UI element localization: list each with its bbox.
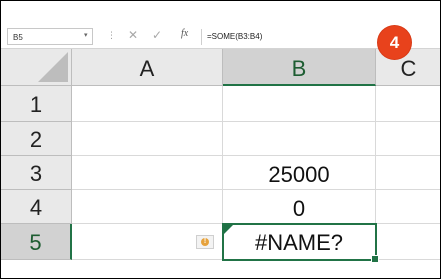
cell-a1[interactable]	[72, 86, 223, 122]
close-icon[interactable]: ✕	[128, 28, 138, 42]
cell-b1[interactable]	[223, 86, 376, 122]
active-cell-border	[222, 223, 379, 263]
select-all-triangle-icon	[38, 52, 68, 82]
cell-c3[interactable]	[376, 156, 440, 190]
name-box[interactable]: B5	[7, 28, 93, 45]
cell-c2[interactable]	[376, 122, 440, 156]
select-all-button[interactable]	[1, 49, 72, 86]
cell-b2[interactable]	[223, 122, 376, 156]
formula-bar-divider	[201, 29, 202, 45]
column-header-a[interactable]: A	[72, 49, 223, 86]
cell-a4[interactable]	[72, 190, 223, 224]
row-header-4[interactable]: 4	[1, 190, 72, 224]
cell-c4[interactable]	[376, 190, 440, 224]
formula-bar-splitter-icon[interactable]: ⋮	[107, 30, 116, 41]
formula-bar: B5 ▾ ⋮ ✕ ✓ fx =SOME(B3:B4)	[1, 1, 440, 49]
error-indicator-icon	[224, 225, 233, 234]
step-number-badge: 4	[378, 26, 411, 59]
row-header-3[interactable]: 3	[1, 156, 72, 190]
warning-icon: !	[201, 238, 209, 246]
cell-b4[interactable]: 0	[223, 190, 376, 224]
row-header-2[interactable]: 2	[1, 122, 72, 156]
cell-a3[interactable]	[72, 156, 223, 190]
cell-a2[interactable]	[72, 122, 223, 156]
spreadsheet-window: B5 ▾ ⋮ ✕ ✓ fx =SOME(B3:B4) 4 A B C 1 2 3…	[0, 0, 441, 279]
row-header-1[interactable]: 1	[1, 86, 72, 122]
cell-c5[interactable]	[376, 224, 440, 260]
fill-handle[interactable]	[371, 255, 379, 263]
row-header-5[interactable]: 5	[1, 224, 72, 260]
error-options-button[interactable]: !	[196, 235, 214, 249]
check-icon[interactable]: ✓	[152, 28, 162, 42]
cell-b3[interactable]: 25000	[223, 156, 376, 190]
chevron-down-icon[interactable]: ▾	[84, 31, 88, 39]
fx-icon[interactable]: fx	[181, 28, 188, 39]
cell-c1[interactable]	[376, 86, 440, 122]
column-header-b[interactable]: B	[223, 49, 376, 86]
